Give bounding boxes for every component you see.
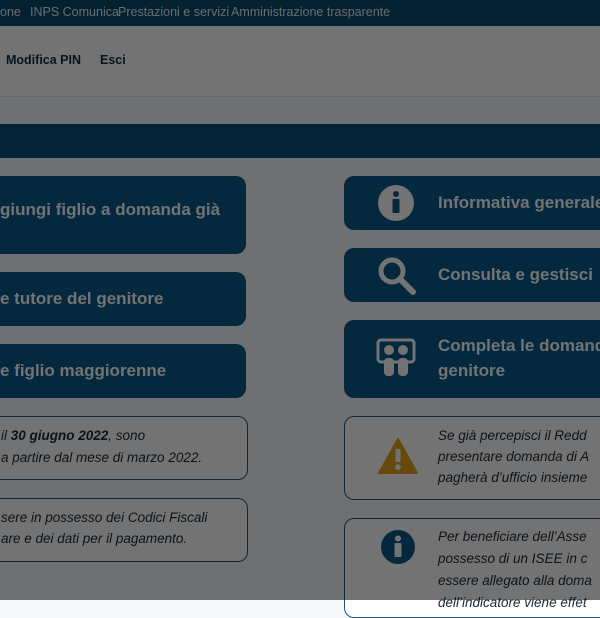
button-label-line-2: genitore xyxy=(438,361,506,380)
button-label: Informativa generale xyxy=(438,193,600,212)
top-navigation-bar: one INPS Comunica Prestazioni e servizi … xyxy=(0,0,600,26)
requisiti-note: sere in possesso dei Codici Fiscali are … xyxy=(0,498,248,562)
info-icon xyxy=(381,530,415,564)
button-label-line-1: Completa le domand xyxy=(438,336,600,355)
nav-item-prestazioni-servizi[interactable]: Prestazioni e servizi xyxy=(118,5,229,19)
button-label: e figlio maggiorenne xyxy=(0,361,167,380)
nav-item-amministrazione-trasparente[interactable]: Amministrazione trasparente xyxy=(231,5,390,19)
search-icon xyxy=(378,257,416,295)
button-label: Consulta e gestisci xyxy=(438,265,593,284)
note-line-1: il 30 giugno 2022, sono xyxy=(1,425,145,446)
consulta-gestisci-button[interactable]: Consulta e gestisci xyxy=(344,248,600,302)
isee-note: Per beneficiare dell’Asse possesso di un… xyxy=(344,518,600,618)
button-label: giungi figlio a domanda già xyxy=(0,200,221,219)
family-icon xyxy=(376,338,416,376)
warning-icon xyxy=(378,438,418,474)
esci-link[interactable]: Esci xyxy=(100,53,126,67)
note-line-1: Per beneficiare dell’Asse xyxy=(438,529,587,544)
note-line-3: essere allegato alla doma xyxy=(438,573,592,588)
note-line-3: pagherà d’ufficio insieme xyxy=(438,470,588,485)
info-icon xyxy=(378,185,414,221)
completa-domanda-button[interactable]: Completa le domand genitore xyxy=(344,320,600,398)
note-line-1: sere in possesso dei Codici Fiscali xyxy=(1,510,208,525)
note-text: il xyxy=(1,428,11,443)
user-menu-bar: Modifica PIN Esci xyxy=(0,26,600,97)
note-text: , sono xyxy=(108,428,146,443)
informativa-generale-button[interactable]: Informativa generale xyxy=(344,176,600,230)
scadenza-note: il 30 giugno 2022, sono a partire dal me… xyxy=(0,416,248,480)
tutore-genitore-button[interactable]: e tutore del genitore xyxy=(0,272,246,326)
reddito-note: Se già percepisci il Redd presentare dom… xyxy=(344,416,600,500)
modifica-pin-link[interactable]: Modifica PIN xyxy=(6,53,81,67)
note-line-2: are e dei dati per il pagamento. xyxy=(1,531,188,546)
nav-item-partial[interactable]: one xyxy=(0,5,21,19)
figlio-maggiorenne-button[interactable]: e figlio maggiorenne xyxy=(0,344,246,398)
note-line-1: Se già percepisci il Redd xyxy=(438,428,587,443)
nav-item-inps-comunica[interactable]: INPS Comunica xyxy=(30,5,119,19)
note-line-2: possesso di un ISEE in c xyxy=(438,551,588,566)
section-header-bar xyxy=(0,124,600,158)
button-label: e tutore del genitore xyxy=(0,289,164,308)
note-line-2: presentare domanda di A xyxy=(438,449,590,464)
aggiungi-figlio-button[interactable]: giungi figlio a domanda già xyxy=(0,176,246,254)
note-line-2: a partire dal mese di marzo 2022. xyxy=(1,450,203,465)
note-bold-date: 30 giugno 2022 xyxy=(10,428,109,443)
note-line-4: dell’indicatore viene effet xyxy=(438,595,587,610)
